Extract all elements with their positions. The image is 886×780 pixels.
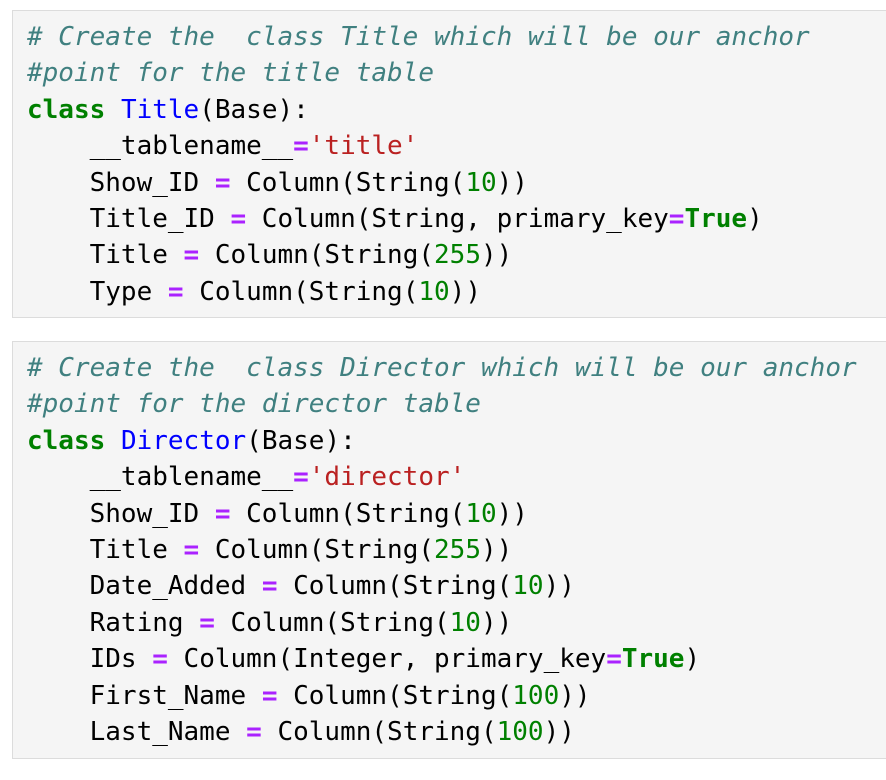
code-line: # Create the class Director which will b…	[27, 350, 886, 386]
code-token: Type	[27, 276, 168, 307]
code-token: ))	[559, 680, 591, 711]
code-token: # Create the class Title which will be o…	[27, 22, 810, 52]
code-token: Column(String(	[261, 716, 497, 747]
code-token: ))	[496, 167, 528, 198]
code-token: First_Name	[27, 680, 262, 711]
code-line: Title = Column(String(255))	[27, 237, 886, 273]
code-token: ))	[480, 240, 513, 271]
code-token: IDs	[27, 644, 153, 675]
code-token: Title	[27, 534, 184, 565]
code-token: True	[621, 644, 685, 675]
code-token: 255	[434, 534, 481, 565]
code-token: 255	[434, 240, 481, 271]
code-token: 'title'	[308, 131, 419, 162]
code-token: 10	[418, 276, 450, 307]
code-token: Title_ID	[27, 203, 231, 234]
code-token: __tablename__	[27, 462, 294, 493]
code-line: # Create the class Title which will be o…	[27, 19, 886, 55]
code-token: =	[668, 203, 685, 234]
code-token: # Create the class Director which will b…	[27, 353, 857, 383]
code-editor[interactable]: # Create the class Title which will be o…	[13, 11, 886, 310]
code-line: Date_Added = Column(String(10))	[27, 568, 886, 604]
code-line: #point for the director table	[27, 386, 886, 422]
code-token: 10	[465, 167, 497, 198]
code-token: ))	[543, 571, 575, 602]
code-token: ))	[449, 276, 481, 307]
code-token: Column(String(	[230, 498, 466, 529]
code-editor[interactable]: # Create the class Director which will b…	[13, 342, 886, 750]
code-token: 10	[449, 607, 481, 638]
code-token: Column(String, primary_key	[246, 203, 669, 234]
code-token: Column(Integer, primary_key	[167, 644, 607, 675]
code-line: Rating = Column(String(10))	[27, 605, 886, 641]
code-token: Date_Added	[27, 571, 262, 602]
code-token: ))	[480, 607, 513, 638]
code-line: First_Name = Column(String(100))	[27, 678, 886, 714]
code-token: =	[167, 276, 184, 307]
code-line: Title_ID = Column(String, primary_key=Tr…	[27, 201, 886, 237]
code-token: Director	[120, 425, 247, 456]
code-token: ))	[543, 716, 575, 747]
code-token: Column(String(	[230, 167, 466, 198]
code-token: =	[293, 462, 309, 493]
code-token: )	[747, 203, 763, 234]
code-token: Show_ID	[27, 498, 215, 529]
code-line: Last_Name = Column(String(100))	[27, 714, 886, 750]
code-token: ))	[496, 498, 528, 529]
code-line: Title = Column(String(255))	[27, 532, 886, 568]
code-token: =	[214, 167, 231, 198]
code-line: #point for the title table	[27, 55, 886, 91]
code-line: Type = Column(String(10))	[27, 274, 886, 310]
code-token: Show_ID	[27, 167, 215, 198]
code-token: Rating	[27, 607, 200, 638]
code-line: class Director(Base):	[27, 423, 886, 459]
code-token: (Base):	[199, 94, 309, 125]
code-token: )	[684, 644, 701, 675]
code-line: Show_ID = Column(String(10))	[27, 496, 886, 532]
code-token: =	[246, 716, 262, 747]
code-token: =	[261, 680, 278, 711]
code-token: #point for the title table	[27, 58, 434, 89]
code-token: 100	[496, 716, 544, 747]
code-token: True	[684, 203, 748, 234]
code-line: __tablename__='director'	[27, 459, 886, 495]
code-token: #point for the director table	[27, 389, 481, 420]
code-token: =	[606, 644, 622, 675]
code-line: __tablename__='title'	[27, 128, 886, 164]
code-token: Title	[27, 240, 184, 271]
code-token: Last_Name	[27, 716, 247, 747]
code-token: Column(String(	[183, 276, 419, 307]
code-token: =	[214, 498, 231, 529]
code-token: Column(String(	[277, 571, 513, 602]
code-token: =	[293, 131, 309, 162]
code-token: =	[261, 571, 278, 602]
code-token: =	[199, 607, 215, 638]
code-token: class	[27, 94, 106, 125]
code-token: =	[230, 203, 247, 234]
code-token: =	[152, 644, 168, 675]
code-token: Column(String(	[277, 680, 513, 711]
code-token: =	[183, 240, 200, 271]
code-token: 10	[465, 498, 497, 529]
code-cell-title-class[interactable]: # Create the class Title which will be o…	[12, 10, 886, 318]
code-line: class Title(Base):	[27, 92, 886, 128]
code-token: Column(String(	[199, 534, 435, 565]
code-token: class	[27, 425, 106, 456]
code-token: Title	[120, 94, 200, 125]
code-cell-director-class[interactable]: # Create the class Director which will b…	[12, 341, 886, 759]
code-token: Column(String(	[199, 240, 435, 271]
code-line: Show_ID = Column(String(10))	[27, 165, 886, 201]
code-token: ))	[480, 534, 513, 565]
code-token: __tablename__	[27, 131, 294, 162]
code-line: IDs = Column(Integer, primary_key=True)	[27, 641, 886, 677]
code-token: (Base):	[246, 425, 356, 456]
code-token: 100	[512, 680, 560, 711]
code-token: 'director'	[308, 462, 466, 493]
code-token: Column(String(	[214, 607, 450, 638]
code-token: =	[183, 534, 200, 565]
code-token: 10	[512, 571, 544, 602]
